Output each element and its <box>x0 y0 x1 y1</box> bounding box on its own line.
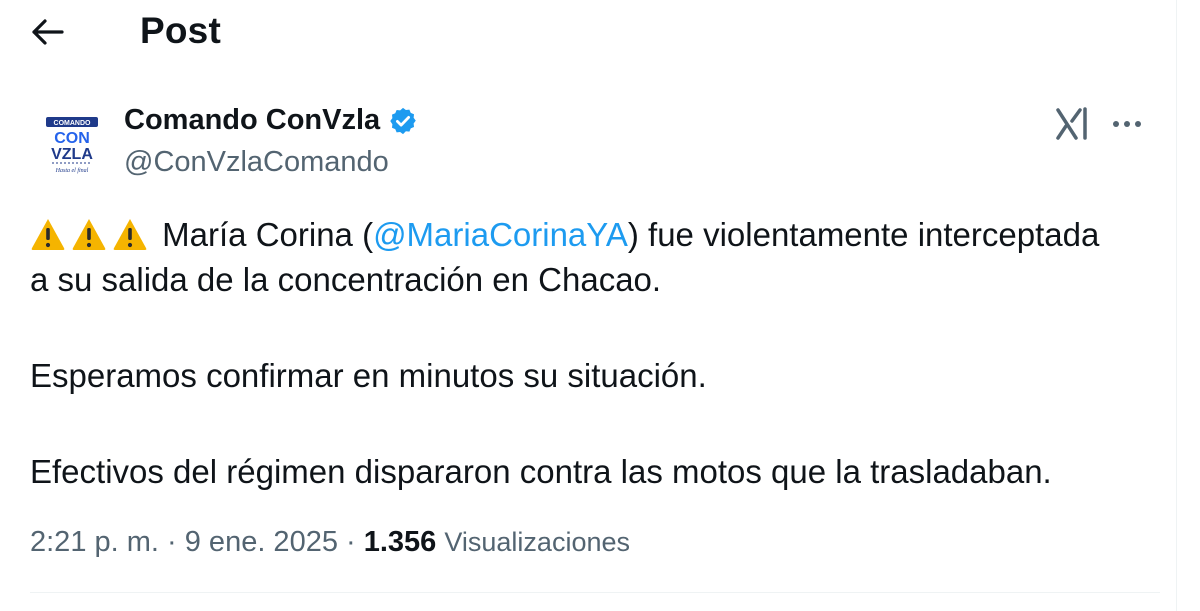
svg-text:VZLA: VZLA <box>51 146 93 163</box>
verified-badge-icon <box>390 107 416 134</box>
warning-icon <box>113 219 147 250</box>
column-border <box>1176 0 1200 611</box>
divider <box>30 592 1160 593</box>
warning-icon <box>31 219 65 250</box>
more-horizontal-icon[interactable] <box>1110 109 1144 139</box>
svg-text:COMANDO: COMANDO <box>54 120 91 127</box>
tweet-date[interactable]: 9 ene. 2025 <box>185 526 338 558</box>
views-count: 1.356 <box>363 526 437 558</box>
views-label: Visualizaciones <box>444 527 630 557</box>
tweet-line-1-prefix: María Corina ( <box>153 216 374 253</box>
tweet-text: María Corina (@MariaCorinaYA) fue violen… <box>30 212 1160 494</box>
back-button[interactable] <box>26 12 70 52</box>
svg-text:Hasta el final: Hasta el final <box>55 167 89 174</box>
post-header: Post <box>0 0 1176 64</box>
tweet-time[interactable]: 2:21 p. m. <box>30 526 159 558</box>
mention-link[interactable]: @MariaCorinaYA <box>373 216 628 253</box>
meta-separator: · <box>337 526 364 558</box>
meta-separator: · <box>158 526 185 558</box>
svg-text:CON: CON <box>54 130 90 147</box>
tweet-line-1-suffix: ) fue violentamente interceptada <box>627 216 1100 253</box>
grok-icon[interactable] <box>1054 106 1094 142</box>
warning-icon <box>72 219 106 250</box>
tweet-meta: 2:21 p. m. · 9 ene. 2025 · 1.356 Visuali… <box>30 526 630 559</box>
author-handle[interactable]: @ConVzlaComando <box>124 146 389 179</box>
avatar[interactable]: COMANDO CON VZLA Hasta el final <box>30 103 114 187</box>
tweet-paragraph-2: Esperamos confirmar en minutos su situac… <box>30 357 707 394</box>
author-name-row[interactable]: Comando ConVzla <box>124 104 418 137</box>
arrow-left-icon <box>32 19 64 45</box>
tweet-paragraph-1: María Corina (@MariaCorinaYA) fue violen… <box>30 212 1160 302</box>
tweet-line-2: a su salida de la concentración en Chaca… <box>30 261 662 298</box>
author-name[interactable]: Comando ConVzla <box>124 104 380 137</box>
page-title: Post <box>140 10 221 51</box>
tweet-paragraph-3: Efectivos del régimen dispararon contra … <box>30 453 1052 490</box>
